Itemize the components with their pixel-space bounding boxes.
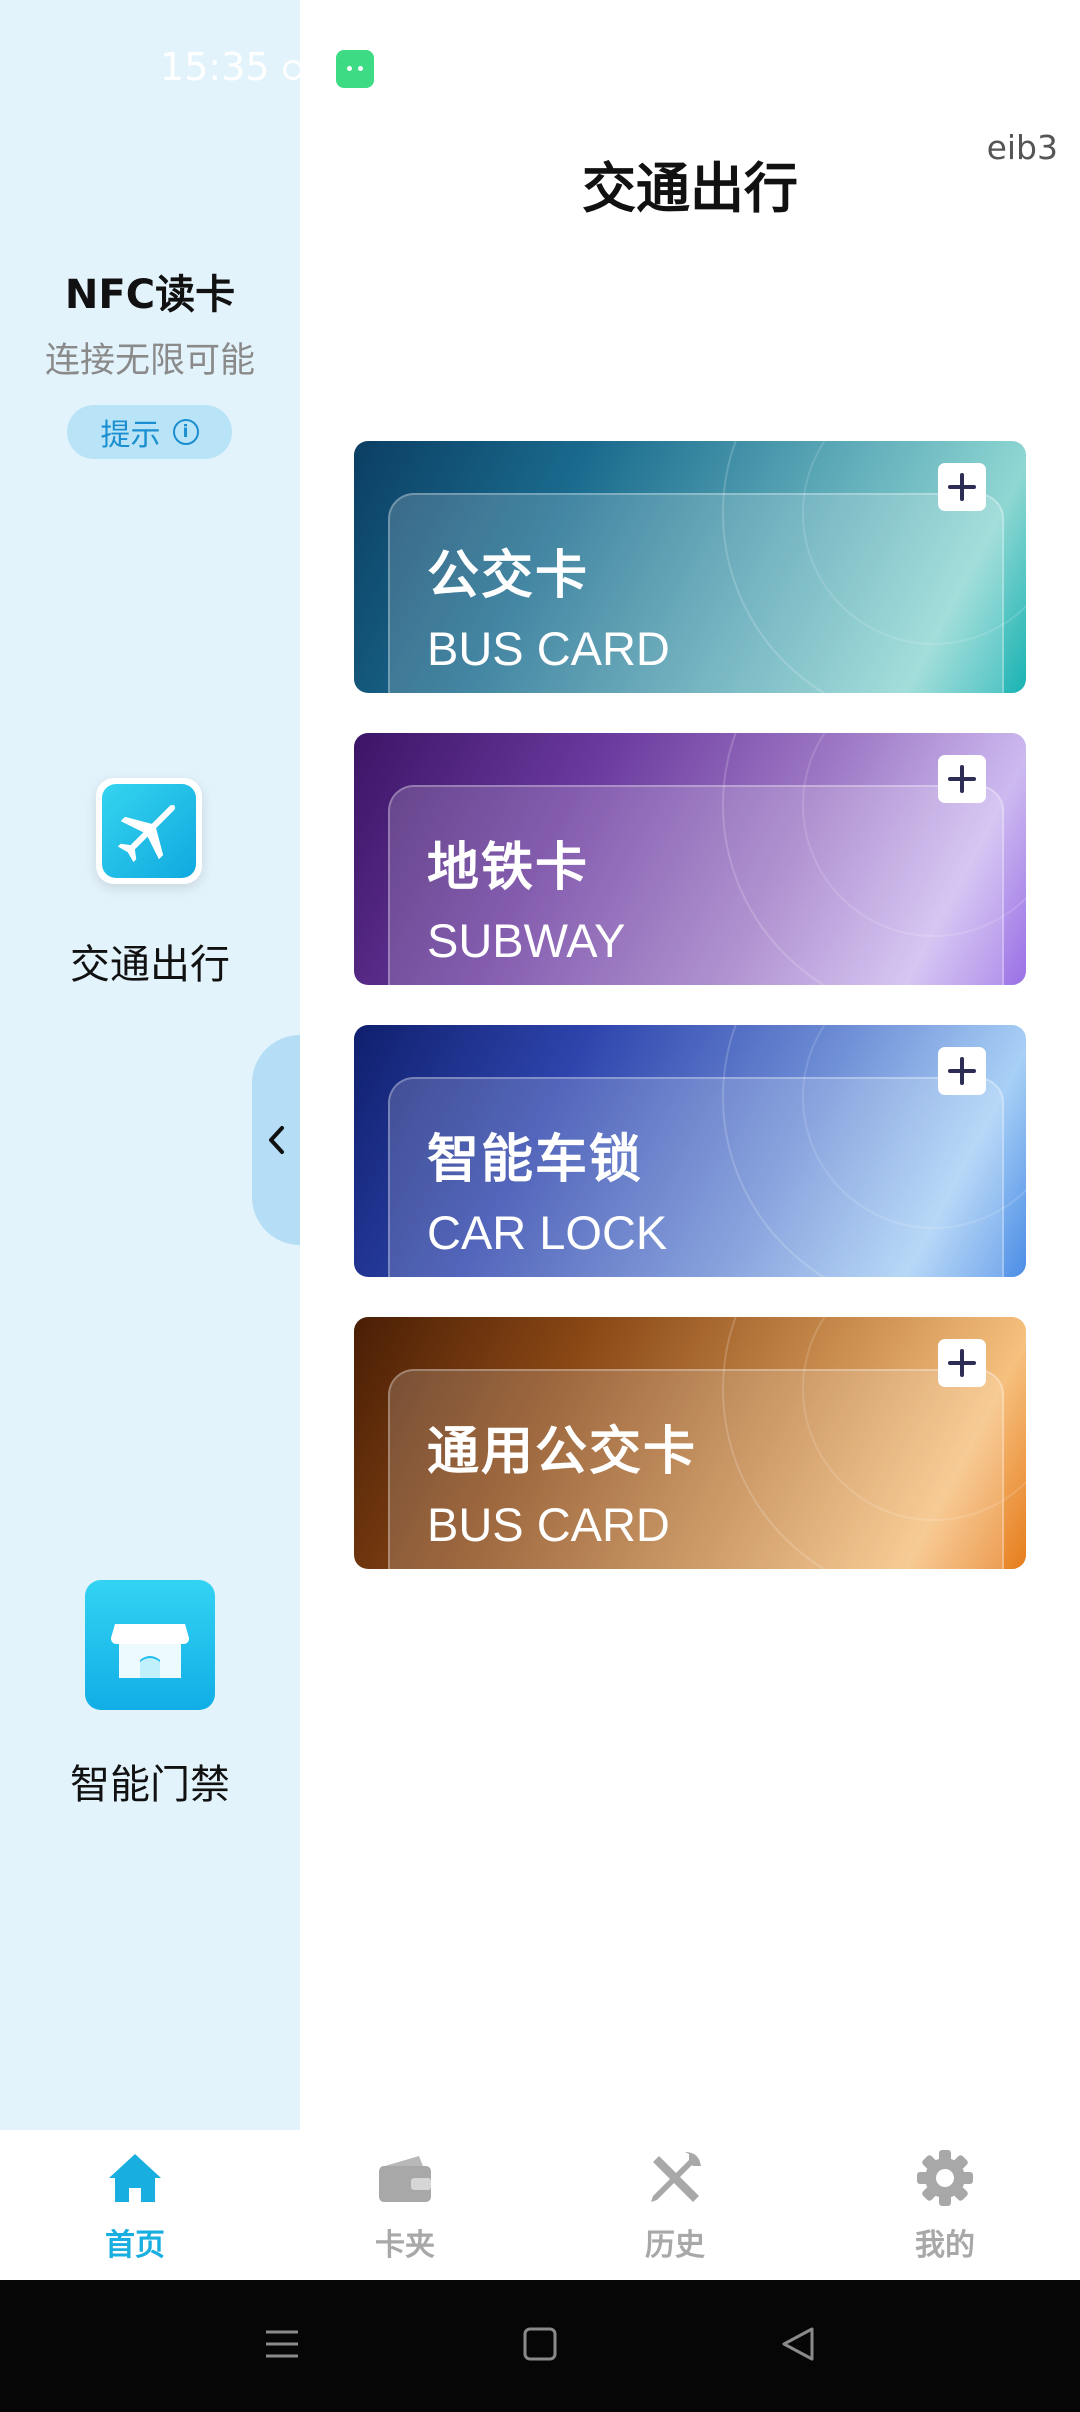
card-title-en: BUS CARD: [427, 1498, 670, 1551]
user-code: eib3: [986, 128, 1058, 167]
nav-wallet-label: 卡夹: [375, 2228, 435, 2263]
nfc-title: NFC读卡: [64, 272, 236, 318]
page-title: 交通出行: [582, 157, 798, 220]
nav-history[interactable]: 历史: [540, 2130, 810, 2280]
chevron-left-icon: [269, 1126, 284, 1154]
add-bus-card-button[interactable]: [938, 463, 986, 511]
card-title-cn: 智能车锁: [427, 1130, 644, 1190]
card-title-en: SUBWAY: [427, 914, 626, 967]
hint-button[interactable]: 提示 i: [67, 405, 232, 459]
status-bar: 15:35: [0, 0, 1080, 140]
android-app-icon: [336, 50, 374, 88]
nav-history-label: 历史: [645, 2228, 705, 2263]
add-car-lock-button[interactable]: [938, 1047, 986, 1095]
status-indicator-icon: [283, 60, 303, 80]
subway-card[interactable]: 地铁卡 SUBWAY: [354, 733, 1026, 985]
info-icon: i: [172, 419, 199, 445]
storefront-icon[interactable]: [85, 1580, 215, 1710]
home-square-icon[interactable]: [520, 2324, 560, 2364]
card-title-en: BUS CARD: [427, 622, 670, 675]
sidebar-item-traffic[interactable]: 交通出行: [0, 932, 300, 990]
sidebar-item-traffic-icon[interactable]: [96, 778, 202, 884]
menu-icon[interactable]: [262, 2324, 302, 2364]
airplane-icon: [102, 784, 196, 878]
status-time: 15:35: [160, 45, 270, 89]
card-title-en: CAR LOCK: [427, 1206, 668, 1259]
nav-home[interactable]: 首页: [0, 2130, 270, 2280]
tools-icon: [651, 2152, 701, 2202]
bus-card[interactable]: 公交卡 BUS CARD: [354, 441, 1026, 693]
nav-profile-label: 我的: [915, 2228, 975, 2263]
general-bus-card[interactable]: 通用公交卡 BUS CARD: [354, 1317, 1026, 1569]
collapse-sidebar-button[interactable]: [252, 1035, 300, 1245]
back-triangle-icon[interactable]: [778, 2324, 818, 2364]
home-icon: [109, 2154, 161, 2202]
nav-home-label: 首页: [105, 2228, 165, 2263]
card-title-cn: 通用公交卡: [427, 1422, 698, 1482]
gear-icon: [917, 2150, 973, 2206]
add-subway-card-button[interactable]: [938, 755, 986, 803]
system-nav-bar: [0, 2280, 1080, 2412]
card-title-cn: 公交卡: [427, 546, 590, 606]
card-title-cn: 地铁卡: [427, 838, 590, 898]
nfc-subtitle: 连接无限可能: [44, 341, 255, 381]
nav-wallet[interactable]: 卡夹: [270, 2130, 540, 2280]
hint-label: 提示: [100, 418, 161, 453]
car-lock-card[interactable]: 智能车锁 CAR LOCK: [354, 1025, 1026, 1277]
sidebar-item-door-access[interactable]: 智能门禁: [0, 1752, 300, 1810]
wallet-icon: [379, 2156, 431, 2202]
add-general-bus-card-button[interactable]: [938, 1339, 986, 1387]
bottom-nav: 首页 卡夹 历史 我的: [0, 2130, 1080, 2280]
nav-profile[interactable]: 我的: [810, 2130, 1080, 2280]
